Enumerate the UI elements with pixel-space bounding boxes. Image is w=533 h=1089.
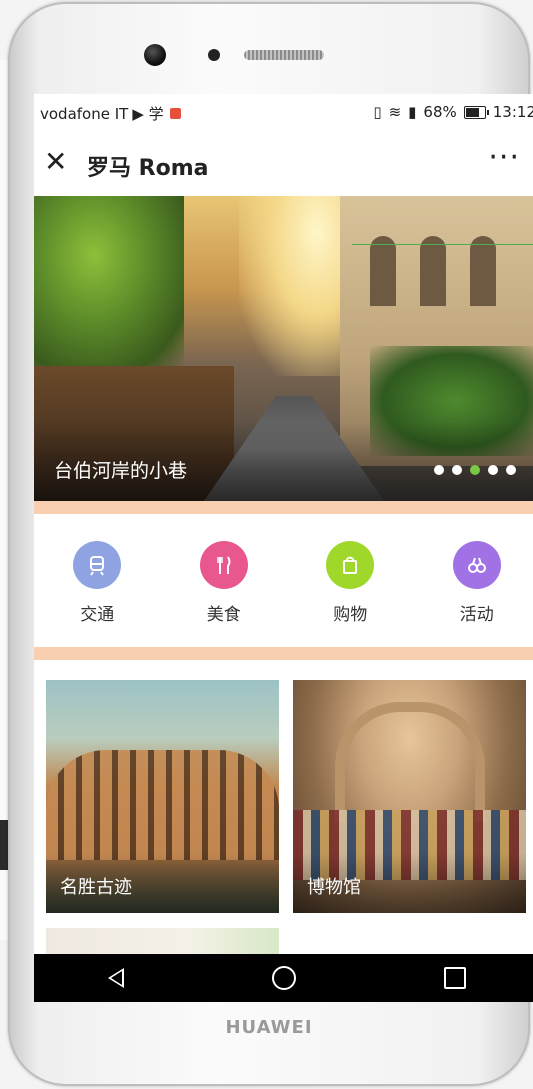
wifi-icon: ≋ [388,103,402,121]
home-icon[interactable] [272,966,296,990]
section-divider [34,501,533,514]
building-arch [470,236,496,306]
category-item-food[interactable]: 美食 [161,514,288,647]
binoculars-icon [452,541,501,589]
close-icon[interactable]: ✕ [44,148,67,176]
feature-tiles: 名胜古迹 博物馆 [34,660,533,1002]
museum-arch-image [334,702,485,822]
carousel-dot[interactable] [434,465,444,475]
earpiece-speaker [244,50,324,60]
fork-knife-icon [199,541,248,589]
more-options-icon[interactable]: ··· [488,140,520,175]
phone-frame: vodafone IT ▶ 学 ▯ ≋ ▮ 68% 13:12 ✕ 罗马 Rom… [8,2,533,1086]
category-label: 交通 [80,605,115,625]
status-icons: ▯ ≋ ▮ 68% 13:12 [373,103,533,121]
category-item-transport[interactable]: 交通 [34,514,161,647]
building-arch [370,236,396,306]
shopping-bag-icon [326,541,375,589]
carousel-dot[interactable] [470,465,480,475]
clock: 13:12 [492,103,533,121]
carousel-dot[interactable] [452,465,462,475]
front-camera [144,44,166,66]
category-item-activities[interactable]: 活动 [414,514,533,647]
carrier-extra: ▶ 学 [132,105,164,123]
title-bar: ✕ 罗马 Roma ··· [34,130,533,196]
category-label: 购物 [333,605,368,625]
signal-icon: ▮ [408,103,417,121]
tram-icon [73,541,122,589]
vibrate-icon: ▯ [373,103,382,121]
status-bar: vodafone IT ▶ 学 ▯ ≋ ▮ 68% 13:12 [34,94,533,130]
battery-icon [463,105,489,119]
carrier-label: vodafone IT [40,104,129,123]
notification-badge-icon [169,108,181,119]
banner-annotation-line [352,244,533,245]
proximity-sensor [208,49,220,61]
category-item-shopping[interactable]: 购物 [287,514,414,647]
colosseum-image [46,750,279,860]
recent-apps-icon[interactable] [444,967,466,989]
category-row: 交通 美食 购物 活动 [34,514,533,647]
back-icon[interactable] [108,968,124,988]
tile-label: 博物馆 [307,877,361,898]
carrier-group: vodafone IT ▶ 学 [40,103,181,124]
page-title: 罗马 Roma [87,156,209,181]
banner-caption: 台伯河岸的小巷 [54,460,188,482]
tile-sights[interactable]: 名胜古迹 [46,680,279,913]
carousel-dot[interactable] [506,465,516,475]
category-label: 美食 [206,605,241,625]
battery-percent: 68% [423,103,457,121]
device-brand-logo: HUAWEI [225,1017,313,1038]
tile-museum[interactable]: 博物馆 [293,680,526,913]
carousel-dot[interactable] [488,465,498,475]
banner-carousel[interactable]: 台伯河岸的小巷 [34,196,533,501]
android-nav-bar [34,954,533,1002]
section-divider [34,647,533,660]
category-label: 活动 [459,605,494,625]
screen: vodafone IT ▶ 学 ▯ ≋ ▮ 68% 13:12 ✕ 罗马 Rom… [34,94,533,1002]
building-arch [420,236,446,306]
tile-label: 名胜古迹 [60,877,132,898]
carousel-dots[interactable] [434,465,516,475]
banner-trees [34,196,184,366]
